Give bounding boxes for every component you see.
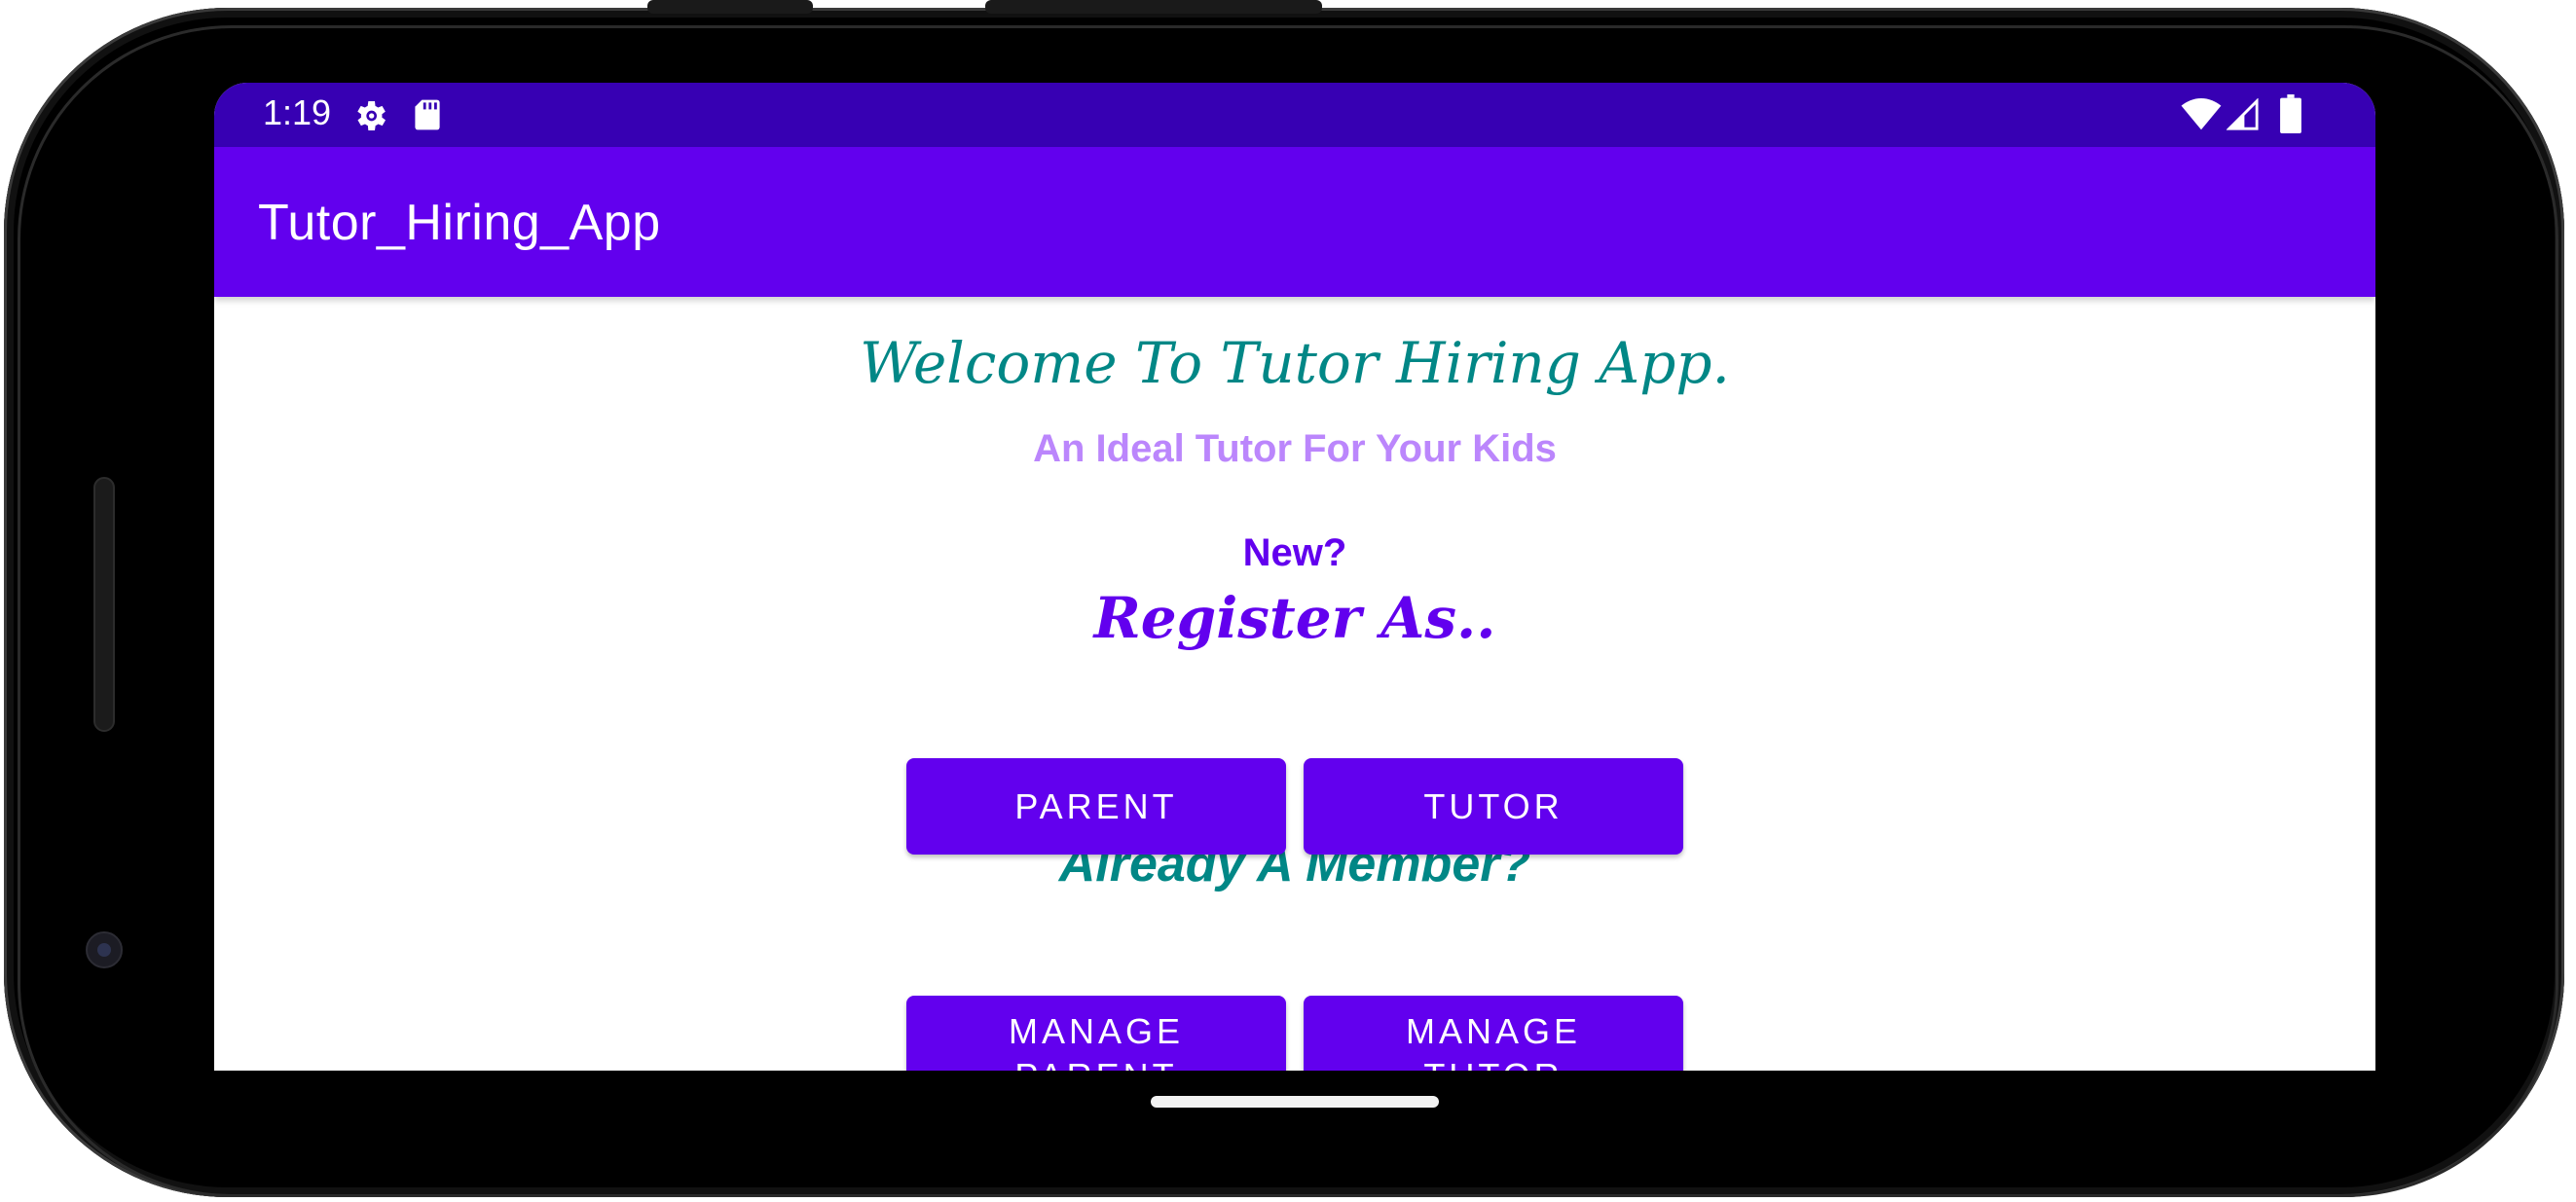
battery-icon (2280, 94, 2301, 133)
phone-speaker (93, 477, 115, 732)
manage-parent-button[interactable]: MANAGE PARENT (906, 996, 1286, 1071)
new-user-label: New? (1242, 531, 1347, 574)
device-stage: 1:19 Tutor_Hiring_App Welcome To Tutor H… (0, 0, 2576, 1202)
status-time: 1:19 (263, 92, 332, 132)
front-camera (86, 931, 123, 968)
home-gesture-bar[interactable] (1151, 1096, 1439, 1108)
register-parent-button[interactable]: PARENT (906, 758, 1286, 855)
main-content: Welcome To Tutor Hiring App. An Ideal Tu… (214, 297, 2375, 1071)
manage-tutor-label-line1: MANAGE (1405, 1010, 1582, 1051)
welcome-heading: Welcome To Tutor Hiring App. (860, 330, 1730, 396)
already-member-heading: Already A Member? (1058, 836, 1531, 892)
manage-parent-label-line1: MANAGE (1008, 1010, 1185, 1051)
manage-parent-label-line2: PARENT (1014, 1054, 1177, 1072)
app-title: Tutor_Hiring_App (258, 195, 661, 251)
register-as-heading: Register As.. (1093, 585, 1496, 651)
register-tutor-label: TUTOR (1423, 785, 1564, 826)
status-bar: 1:19 (214, 83, 2375, 147)
sd-card-icon (415, 99, 440, 130)
app-toolbar: Tutor_Hiring_App (214, 147, 2375, 297)
gear-icon (357, 101, 386, 130)
app-screen: 1:19 Tutor_Hiring_App Welcome To Tutor H… (214, 83, 2375, 1071)
manage-tutor-button[interactable]: MANAGE TUTOR (1304, 996, 1683, 1071)
phone-side-button (647, 0, 813, 14)
wifi-icon (2181, 98, 2222, 130)
signal-icon (2226, 98, 2259, 130)
phone-volume-button (985, 0, 1322, 14)
register-tutor-button[interactable]: TUTOR (1304, 758, 1683, 855)
tagline-text: An Ideal Tutor For Your Kids (1033, 427, 1557, 470)
register-parent-label: PARENT (1014, 785, 1178, 826)
manage-tutor-label-line2: TUTOR (1423, 1054, 1563, 1072)
